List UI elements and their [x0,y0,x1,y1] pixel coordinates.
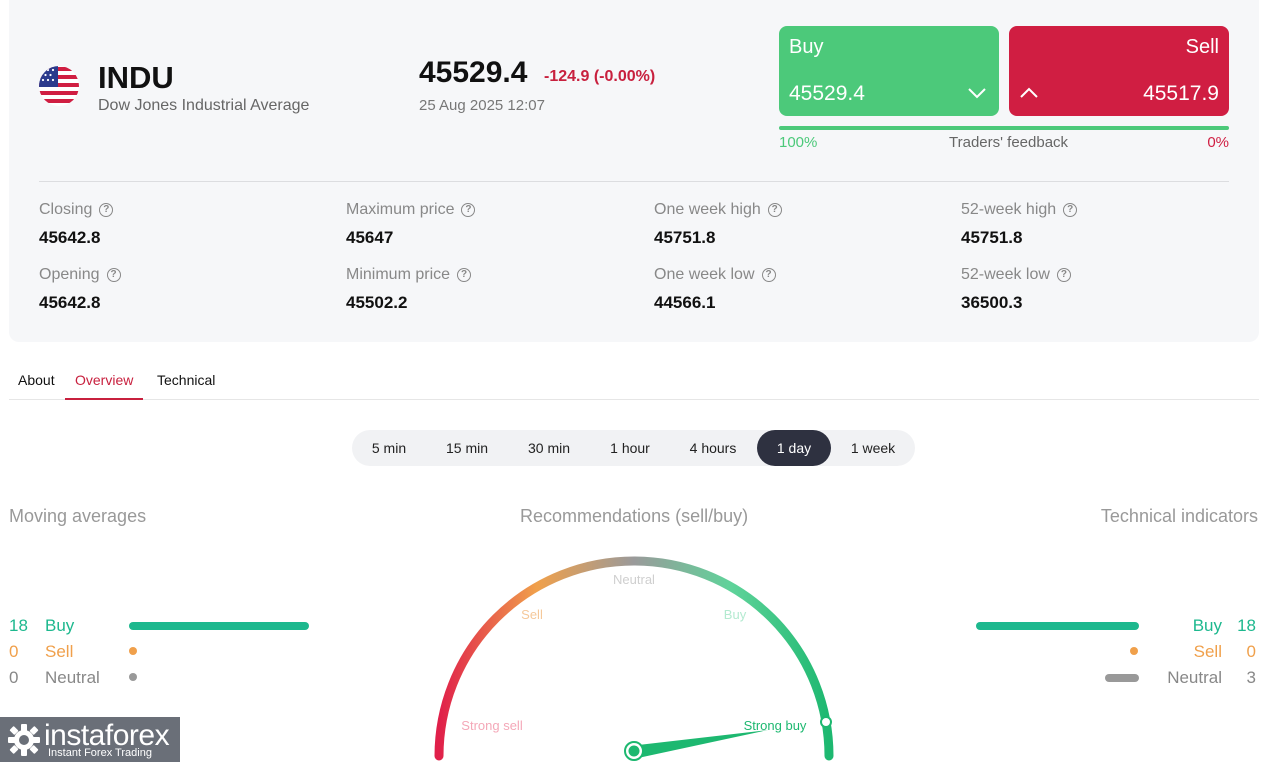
period-30-min[interactable]: 30 min [514,430,584,466]
stat-value: 44566.1 [654,293,716,312]
help-icon[interactable]: ? [457,268,472,282]
feedback-label: Traders' feedback [949,134,1069,151]
buy-label: Buy [789,36,824,58]
chevron-down-icon [968,88,986,99]
tab-technical[interactable]: Technical [157,372,215,400]
current-price: 45529.4 [419,56,528,89]
stat-one-week-high: One week high? 45751.8 [654,201,782,248]
gauge-needle [630,730,768,758]
gauge-label-neutral: Neutral [613,572,655,587]
gauge-label-sell: Sell [521,607,543,622]
help-icon[interactable]: ? [1056,268,1071,282]
period-1-day[interactable]: 1 day [757,430,831,466]
brand-watermark: instaforex Instant Forex Trading [0,717,180,762]
ma-sell-bar [129,647,137,655]
instrument-name: Dow Jones Industrial Average [98,97,310,114]
gauge-label-strong-buy: Strong buy [744,718,807,733]
price-datetime: 25 Aug 2025 12:07 [419,97,545,114]
brand-tagline: Instant Forex Trading [48,747,152,759]
stat-closing: Closing? 45642.8 [39,201,114,248]
stat-minimum-price: Minimum price? 45502.2 [346,266,472,313]
stat-maximum-price: Maximum price? 45647 [346,201,476,248]
ti-buy-label: Buy [1192,616,1222,635]
help-icon[interactable]: ? [99,203,114,217]
period-selector: 5 min 15 min 30 min 1 hour 4 hours 1 day… [352,430,915,466]
stat-value: 36500.3 [961,293,1023,312]
ti-sell-bar [1130,647,1138,655]
stat-label: Opening [39,266,100,283]
stat-label: 52-week low [961,266,1050,283]
chevron-up-icon [1020,87,1038,98]
recommendations-title: Recommendations (sell/buy) [520,506,749,526]
gauge-end-marker [820,716,832,728]
ma-neutral-label: Neutral [45,668,100,687]
technical-indicators-title: Technical indicators [1100,506,1258,526]
buy-button[interactable]: Buy 45529.4 [779,26,999,116]
buy-price: 45529.4 [789,82,865,105]
stat-one-week-low: One week low? 44566.1 [654,266,776,313]
price-change: -124.9 (-0.00%) [544,68,656,85]
ti-buy-bar [976,622,1139,630]
traders-feedback-buy-fill [779,126,1229,130]
ma-buy-count: 18 [9,616,28,635]
stat-label: Maximum price [346,201,455,218]
stat-label: Closing [39,201,93,218]
section-tabs: About Overview Technical [9,366,1259,400]
ma-buy-bar [129,622,309,630]
help-icon[interactable]: ? [767,203,782,217]
ma-neutral-count: 0 [9,668,19,687]
stat-label: One week low [654,266,755,283]
help-icon[interactable]: ? [1063,203,1078,217]
recommendation-gauge: Neutral Sell Buy Strong sell Strong buy [434,556,834,761]
period-1-week[interactable]: 1 week [839,430,907,466]
moving-averages-title: Moving averages [9,506,147,526]
sell-button[interactable]: Sell 45517.9 [1009,26,1229,116]
stat-opening: Opening? 45642.8 [39,266,121,313]
us-flag-icon [39,66,79,106]
ti-neutral-label: Neutral [1167,668,1222,687]
sell-label: Sell [1185,36,1219,58]
ma-sell-label: Sell [45,642,74,661]
tab-about[interactable]: About [18,372,55,400]
sell-price: 45517.9 [1143,82,1219,105]
stat-52-week-high: 52-week high? 45751.8 [961,201,1078,248]
stat-label: 52-week high [961,201,1057,218]
stat-value: 45751.8 [961,228,1023,247]
stat-label: One week high [654,201,761,218]
ti-sell-count: 0 [1246,642,1256,661]
period-5-min[interactable]: 5 min [358,430,420,466]
help-icon[interactable]: ? [106,268,121,282]
period-4-hours[interactable]: 4 hours [676,430,750,466]
ti-sell-label: Sell [1193,642,1222,661]
divider [39,181,1229,182]
ti-neutral-bar [1105,674,1139,682]
feedback-buy-percent: 100% [779,134,818,151]
stat-value: 45751.8 [654,228,716,247]
instrument-symbol: INDU [98,60,174,95]
stat-label: Minimum price [346,266,451,283]
help-icon[interactable]: ? [761,268,776,282]
stat-value: 45642.8 [39,228,101,247]
help-icon[interactable]: ? [461,203,476,217]
tab-overview[interactable]: Overview [65,372,144,400]
ma-sell-count: 0 [9,642,19,661]
traders-feedback-bar [779,126,1229,130]
gauge-label-buy: Buy [724,607,747,622]
stat-value: 45502.2 [346,293,408,312]
stat-52-week-low: 52-week low? 36500.3 [961,266,1071,313]
ma-neutral-bar [129,673,137,681]
gauge-needle-hub-core [628,745,640,757]
ma-buy-label: Buy [45,616,75,635]
stat-value: 45647 [346,228,394,247]
ti-neutral-count: 3 [1246,668,1256,687]
ti-buy-count: 18 [1237,616,1256,635]
period-15-min[interactable]: 15 min [432,430,502,466]
gear-logo-icon [8,724,40,756]
gauge-label-strong-sell: Strong sell [461,718,523,733]
stat-value: 45642.8 [39,293,101,312]
feedback-sell-percent: 0% [1207,134,1229,151]
period-1-hour[interactable]: 1 hour [596,430,664,466]
